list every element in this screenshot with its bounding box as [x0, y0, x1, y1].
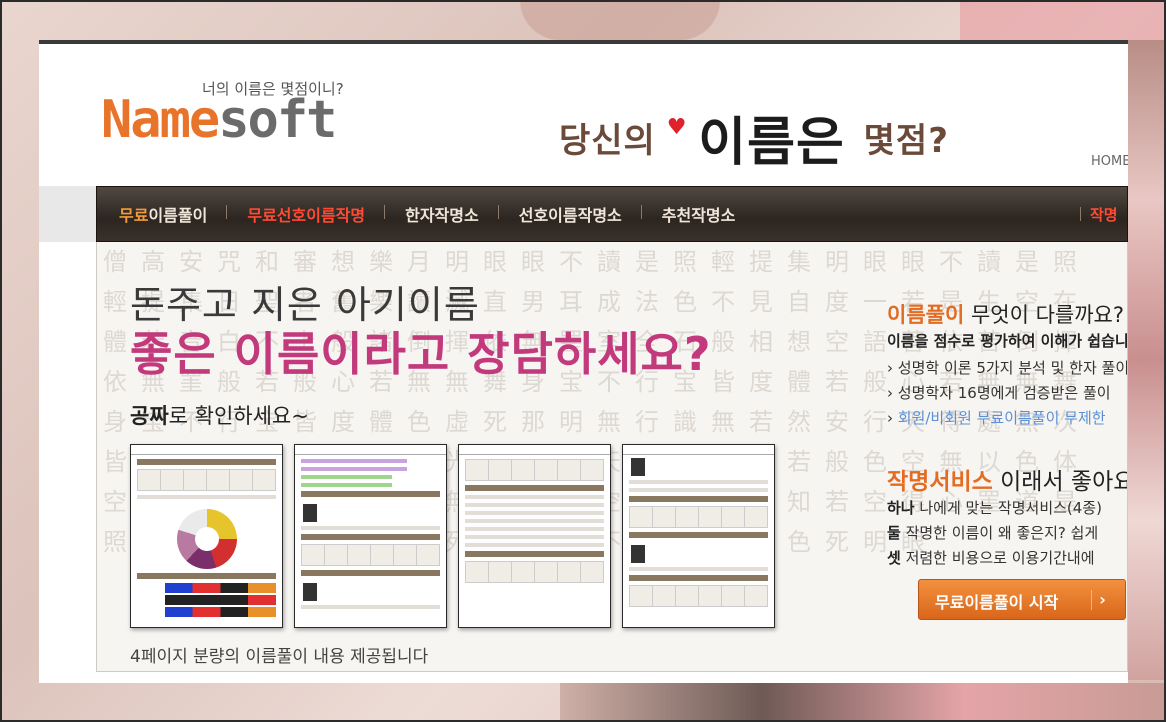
photo-frame-border [0, 0, 1166, 722]
